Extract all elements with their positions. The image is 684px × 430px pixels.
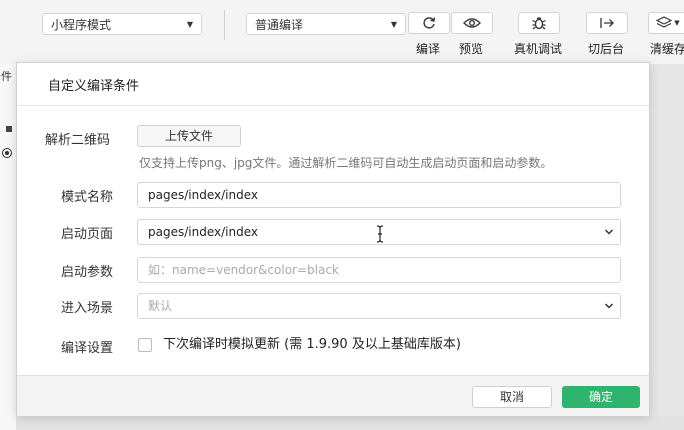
start-params-input[interactable]: 如：name=vendor&color=black bbox=[137, 257, 621, 283]
compile-button[interactable] bbox=[408, 12, 450, 34]
remote-debug-label: 真机调试 bbox=[514, 42, 563, 56]
confirm-button[interactable]: 确定 bbox=[562, 386, 640, 408]
preview-button[interactable] bbox=[451, 12, 493, 34]
qr-label: 解析二维码 bbox=[45, 133, 111, 148]
mode-select[interactable]: 小程序模式 ▼ bbox=[42, 13, 202, 35]
toolbar: 小程序模式 ▼ 普通编译 ▼ ▼ 编译 预览 真机调试 切后台 清缓存 bbox=[0, 0, 684, 65]
custom-compile-dialog: 自定义编译条件 解析二维码 上传文件 仅支持上传png、jpg文件。通过解析二维… bbox=[16, 62, 650, 416]
right-panel bbox=[650, 64, 684, 416]
chevron-down-icon bbox=[604, 303, 614, 309]
refresh-icon bbox=[423, 17, 436, 29]
mode-name-label: 模式名称 bbox=[61, 190, 114, 205]
caret-down-icon: ▼ bbox=[674, 19, 680, 27]
left-panel bbox=[0, 64, 17, 430]
simulate-update-checkbox[interactable] bbox=[138, 338, 152, 352]
preview-label: 预览 bbox=[459, 42, 484, 56]
start-params-label: 启动参数 bbox=[61, 265, 114, 280]
dialog-divider bbox=[17, 105, 649, 106]
text-cursor-icon bbox=[376, 225, 384, 243]
radio-icon[interactable] bbox=[2, 148, 12, 158]
background-button[interactable] bbox=[586, 12, 628, 34]
compile-label: 编译 bbox=[416, 42, 441, 56]
cancel-button[interactable]: 取消 bbox=[472, 386, 552, 408]
mode-name-input[interactable]: pages/index/index bbox=[137, 182, 621, 208]
remote-debug-button[interactable] bbox=[518, 12, 560, 34]
compile-select[interactable]: 普通编译 ▼ bbox=[246, 13, 406, 35]
compile-select-value: 普通编译 bbox=[255, 18, 304, 32]
start-params-placeholder: 如：name=vendor&color=black bbox=[148, 263, 339, 277]
bug-icon bbox=[532, 17, 546, 30]
layers-icon bbox=[656, 16, 673, 28]
caret-down-icon: ▼ bbox=[186, 20, 193, 29]
start-page-label: 启动页面 bbox=[61, 227, 114, 242]
upload-file-button[interactable]: 上传文件 bbox=[137, 125, 241, 147]
clear-cache-label: 清缓存 bbox=[650, 42, 684, 56]
clear-cache-button[interactable]: ▼ bbox=[648, 12, 684, 34]
qr-hint: 仅支持上传png、jpg文件。通过解析二维码可自动生成启动页面和启动参数。 bbox=[139, 156, 553, 170]
chevron-down-icon bbox=[604, 229, 614, 235]
background-label: 切后台 bbox=[588, 42, 625, 56]
compile-settings-label: 编译设置 bbox=[61, 341, 114, 356]
eye-icon bbox=[463, 18, 481, 28]
scene-value: 默认 bbox=[148, 299, 173, 313]
scene-select[interactable]: 默认 bbox=[137, 293, 621, 319]
toolbar-divider bbox=[224, 10, 225, 40]
caret-down-icon: ▼ bbox=[390, 20, 397, 29]
dialog-footer: 取消 确定 bbox=[17, 375, 649, 416]
mode-name-value: pages/index/index bbox=[148, 188, 258, 202]
scene-label: 进入场景 bbox=[61, 301, 114, 316]
start-page-value: pages/index/index bbox=[148, 225, 258, 239]
left-panel-text: 条件 bbox=[0, 70, 12, 83]
left-panel-marker bbox=[6, 126, 12, 132]
bottom-panel bbox=[16, 416, 684, 430]
simulate-update-text: 下次编译时模拟更新 (需 1.9.90 及以上基础库版本) bbox=[163, 337, 461, 352]
dialog-title: 自定义编译条件 bbox=[48, 79, 140, 94]
switch-background-icon bbox=[600, 18, 614, 28]
mode-select-value: 小程序模式 bbox=[51, 18, 112, 32]
